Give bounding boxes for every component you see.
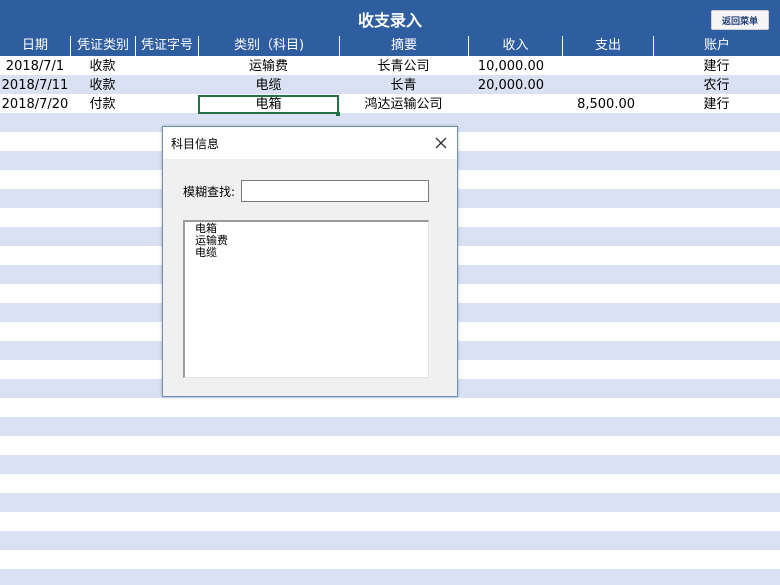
table-row: 2018/7/11 收款 电缆 长青 20,000.00 农行 [0,76,780,95]
cell-category[interactable]: 运输费 [198,57,339,76]
cell-summary[interactable]: 长青公司 [339,57,468,76]
header-expense[interactable]: 支出 [562,36,653,56]
subject-listbox[interactable]: 电箱 运输费 电缆 [183,220,429,378]
cell-account[interactable]: 农行 [653,76,780,95]
cell-date[interactable]: 2018/7/1 [0,57,70,76]
cell-category-selected[interactable]: 电箱 [198,95,339,114]
header-voucher-number[interactable]: 凭证字号 [135,36,198,56]
search-label: 模糊查找: [183,185,236,199]
header-category[interactable]: 类别（科目) [198,36,339,56]
header-summary[interactable]: 摘要 [339,36,468,56]
table-row: 2018/7/20 付款 电箱 鸿达运输公司 8,500.00 建行 [0,95,780,114]
cell-summary[interactable]: 鸿达运输公司 [339,95,468,114]
dialog-title: 科目信息 [171,137,220,151]
header-income[interactable]: 收入 [468,36,562,56]
cell-expense[interactable] [562,76,653,95]
cell-voucher-type[interactable]: 收款 [70,76,135,95]
header-account[interactable]: 账户 [653,36,780,56]
close-icon[interactable] [431,133,451,153]
fill-handle[interactable] [336,112,340,116]
header-voucher-type[interactable]: 凭证类别 [70,36,135,56]
column-header-row: 日期 凭证类别 凭证字号 类别（科目) 摘要 收入 支出 账户 [0,36,780,56]
table-row: 2018/7/1 收款 运输费 长青公司 10,000.00 建行 [0,57,780,76]
cell-date[interactable]: 2018/7/11 [0,76,70,95]
cell-income[interactable]: 10,000.00 [468,57,562,76]
list-item[interactable]: 电缆 [185,247,428,259]
cell-voucher-number[interactable] [135,57,198,76]
cell-category[interactable]: 电缆 [198,76,339,95]
list-item[interactable]: 运输费 [185,235,428,247]
title-banner: 收支录入 返回菜单 [0,0,780,36]
cell-expense[interactable] [562,57,653,76]
cell-account[interactable]: 建行 [653,57,780,76]
dialog-titlebar[interactable]: 科目信息 [163,127,457,159]
cell-expense[interactable]: 8,500.00 [562,95,653,114]
cell-account[interactable]: 建行 [653,95,780,114]
cell-summary[interactable]: 长青 [339,76,468,95]
cell-income[interactable]: 20,000.00 [468,76,562,95]
cell-income[interactable] [468,95,562,114]
cell-voucher-number[interactable] [135,95,198,114]
cell-voucher-type[interactable]: 付款 [70,95,135,114]
return-menu-button[interactable]: 返回菜单 [711,10,769,30]
sheet-title: 收支录入 [357,11,422,30]
subject-info-dialog: 科目信息 模糊查找: 电箱 运输费 电缆 [162,126,458,397]
cell-voucher-number[interactable] [135,76,198,95]
fuzzy-search-input[interactable] [241,180,429,202]
cell-voucher-type[interactable]: 收款 [70,57,135,76]
cell-date[interactable]: 2018/7/20 [0,95,70,114]
header-date[interactable]: 日期 [0,36,70,56]
